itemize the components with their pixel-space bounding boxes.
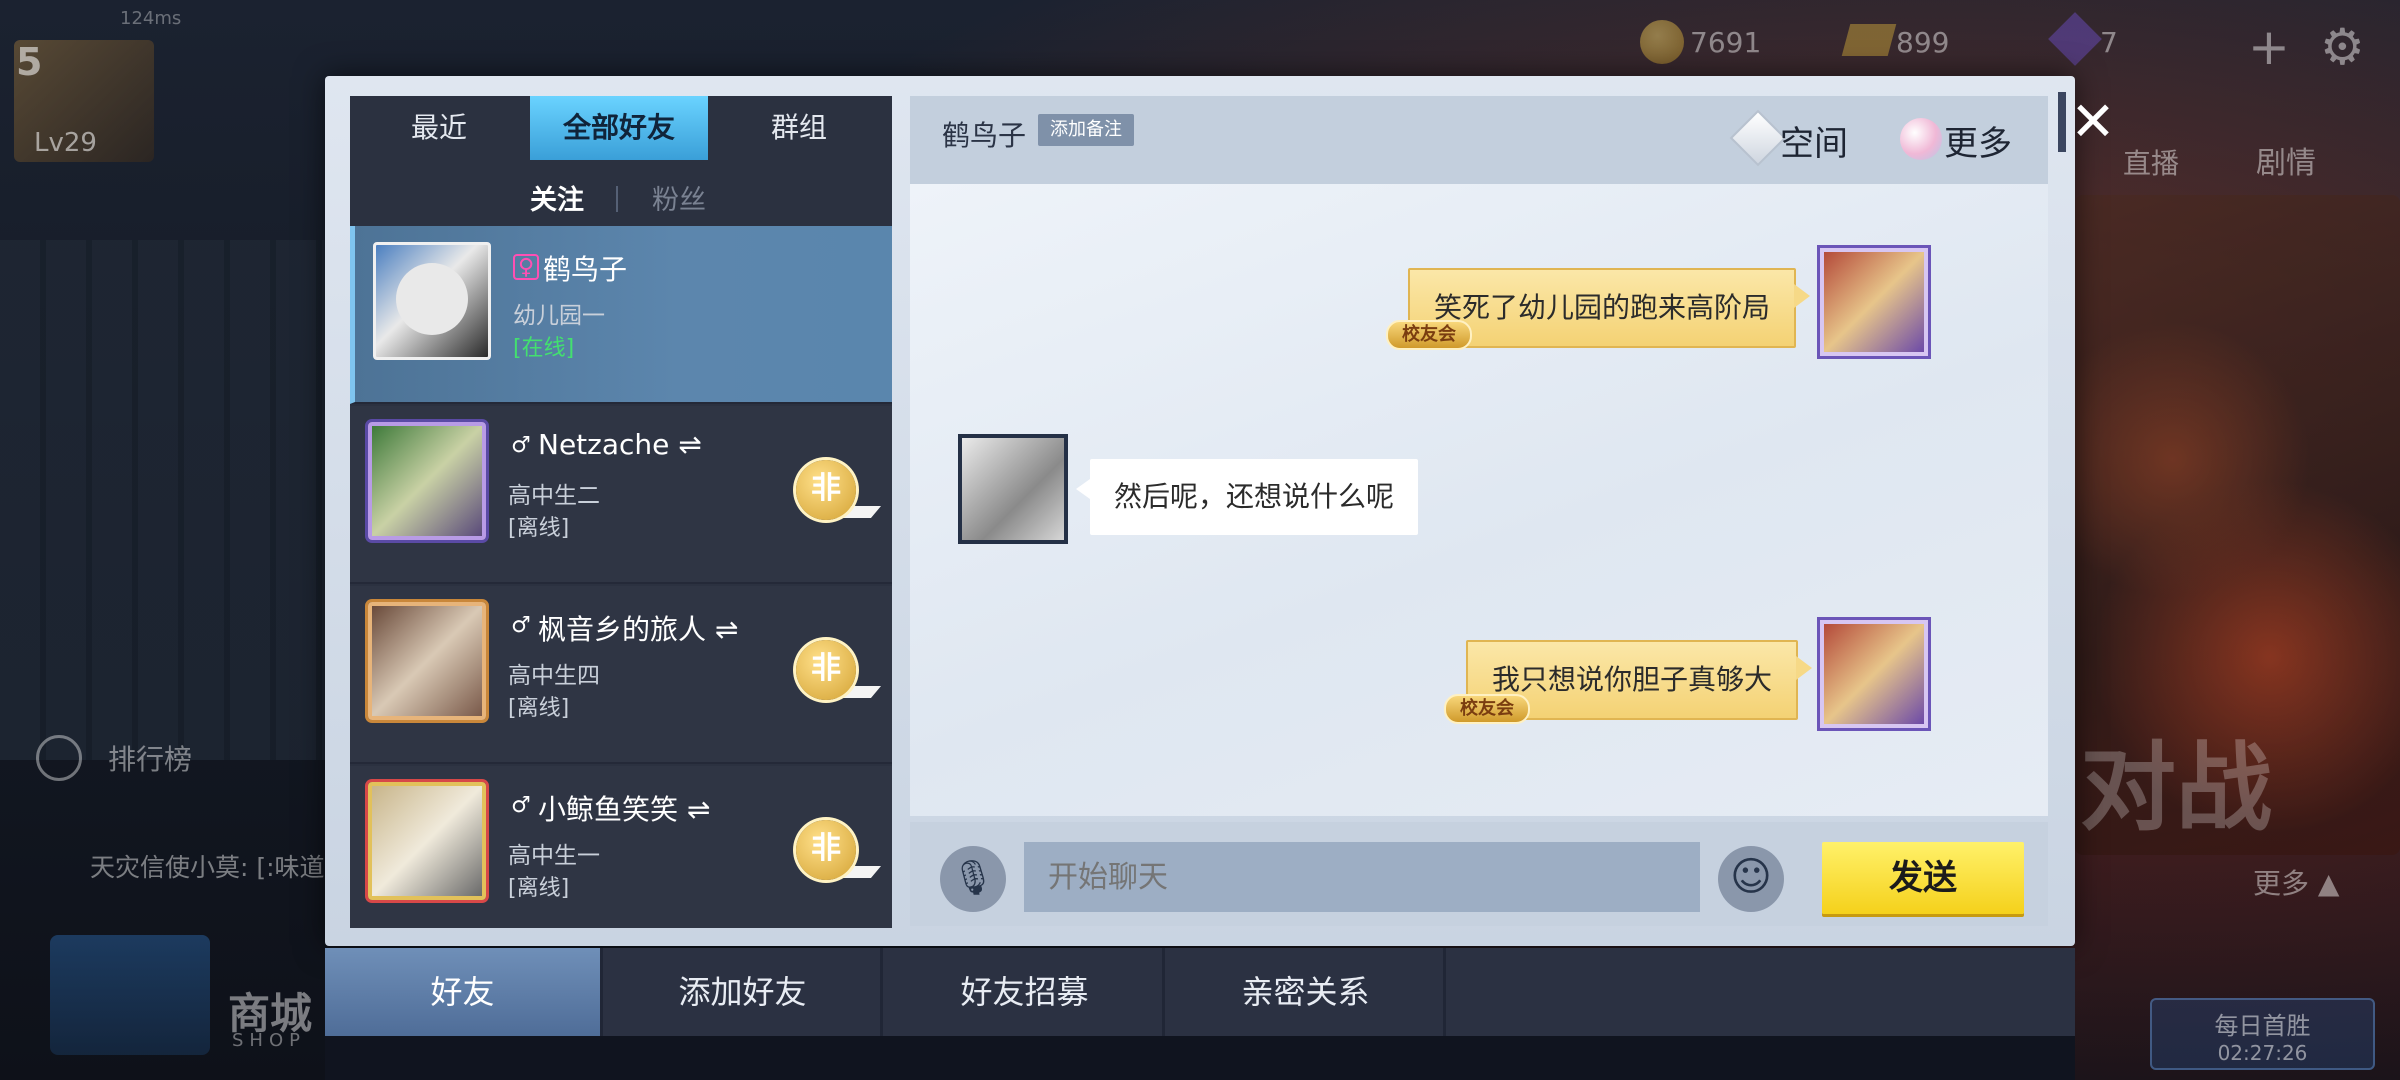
friend-status: [离线] [508,876,570,901]
friend-item[interactable]: ♂ 小鲸鱼笑笑 ⇌ 高中生一 [离线] 非 [350,766,892,928]
bottom-tab-bar: 好友 添加好友 好友招募 亲密关系 [325,948,2075,1080]
close-icon[interactable]: ✕ [2058,90,2128,160]
space-button[interactable]: 空间 [1780,116,1848,165]
bottom-tab-recruit[interactable]: 好友招募 [887,948,1165,1036]
male-icon: ♂ [511,433,531,458]
background-battle-text: 对战 [2080,732,2272,844]
friend-name: 枫音乡的旅人 ⇌ [538,613,739,646]
subtab-fans[interactable]: 粉丝 [652,178,706,217]
background-more-label: 更多 ▲ [2253,867,2340,900]
non-badge-icon: 非 [796,640,856,700]
partner-avatar[interactable] [958,434,1068,544]
friend-grade: 幼儿园一 [513,303,605,329]
friend-grade: 高中生四 [508,663,600,689]
friend-list: ♀ 鹤鸟子 幼儿园一 [在线] ♂ Netzache ⇌ 高中生二 [离线] 非… [350,226,892,928]
message-bubble-partner: 然后呢，还想说什么呢 [1075,459,1419,535]
friend-grade: 高中生二 [508,483,600,509]
friend-name: 小鲸鱼笑笑 ⇌ [538,793,711,826]
tab-recent[interactable]: 最近 [350,96,528,160]
more-icon[interactable] [1900,118,1942,160]
background-city-art [0,240,330,760]
send-button[interactable]: 发送 [1822,842,2024,914]
avatar [368,782,486,900]
gem-count: 7 [2100,26,2118,59]
coin-count: 7691 [1690,26,1762,59]
alumni-tag: 校友会 [1444,694,1530,724]
gold-bar-icon [1841,24,1897,56]
daily-first-win: 每日首胜 02:27:26 [2150,998,2375,1070]
announcement-text: 天灾信使小莫: [:味道 [90,853,325,882]
subtab-following[interactable]: 关注 [530,178,584,217]
chat-input-bar: 🎙 ☺ 发送 [910,822,2048,926]
male-icon: ♂ [511,613,531,638]
gold-count: 899 [1896,26,1950,59]
shop-label-en: SHOP [232,1030,306,1051]
add-note-button[interactable]: 添加备注 [1038,114,1134,146]
avatar [368,602,486,720]
friend-item[interactable]: ♂ Netzache ⇌ 高中生二 [离线] 非 [350,406,892,584]
chat-partner-name: 鹤鸟子 [942,119,1027,152]
friend-status: [离线] [508,516,570,541]
subtab-divider [616,186,618,212]
player-level-label: Lv29 [34,128,97,158]
bottom-tab-friends[interactable]: 好友 [325,948,603,1036]
friend-item[interactable]: ♀ 鹤鸟子 幼儿园一 [在线] [350,226,892,404]
friend-status: [离线] [508,696,570,721]
avatar-face [396,263,468,335]
tab-all-friends[interactable]: 全部好友 [530,96,708,160]
ping-readout: 124ms [120,8,182,29]
chat-header: 鹤鸟子 添加备注 空间 更多 [910,96,2048,184]
daily-first-win-label: 每日首胜 [2214,1012,2311,1040]
alumni-tag: 校友会 [1386,320,1472,350]
microphone-icon[interactable]: 🎙 [940,846,1006,912]
ranking-label: 排行榜 [108,743,193,776]
player-level-number: 5 [16,40,43,84]
coin-icon [1640,20,1684,64]
non-badge-icon: 非 [796,820,856,880]
female-icon: ♀ [513,254,539,280]
self-avatar[interactable] [1820,620,1928,728]
bottom-tab-intimacy[interactable]: 亲密关系 [1168,948,1446,1036]
ranking-icon [36,735,82,781]
friend-grade: 高中生一 [508,843,600,869]
drama-label: 剧情 [2256,146,2316,181]
friend-status: [在线] [513,336,575,361]
more-button[interactable]: 更多 [1944,116,2012,165]
emoji-icon[interactable]: ☺ [1718,846,1784,912]
shop-icon [50,935,210,1055]
avatar [368,422,486,540]
chat-messages[interactable]: 笑死了幼儿园的跑来高阶局 校友会 然后呢，还想说什么呢 我只想说你胆子真够大 校… [910,184,2048,816]
friend-subtabs: 关注 粉丝 [350,178,892,218]
tab-groups[interactable]: 群组 [710,96,888,160]
friend-list-panel: 最近 全部好友 群组 关注 粉丝 ♀ 鹤鸟子 幼儿园一 [在线] ♂ Netza… [350,96,892,928]
friend-name: Netzache ⇌ [538,428,702,461]
bottom-tab-add-friend[interactable]: 添加好友 [605,948,883,1036]
add-currency-icon[interactable]: + [2248,18,2290,76]
friend-item[interactable]: ♂ 枫音乡的旅人 ⇌ 高中生四 [离线] 非 [350,586,892,764]
daily-timer: 02:27:26 [2217,1041,2308,1065]
non-badge-icon: 非 [796,460,856,520]
friend-name: 鹤鸟子 [543,253,628,286]
male-icon: ♂ [511,793,531,818]
bottom-dim-strip [325,1036,2075,1080]
gem-icon [2048,12,2102,66]
space-icon[interactable] [1729,109,1787,167]
gear-icon[interactable]: ⚙ [2320,18,2365,76]
chat-input[interactable] [1024,842,1700,912]
avatar [373,242,491,360]
live-label: 直播 [2123,147,2180,180]
self-avatar[interactable] [1820,248,1928,356]
friend-tabs: 最近 全部好友 群组 [350,96,892,162]
